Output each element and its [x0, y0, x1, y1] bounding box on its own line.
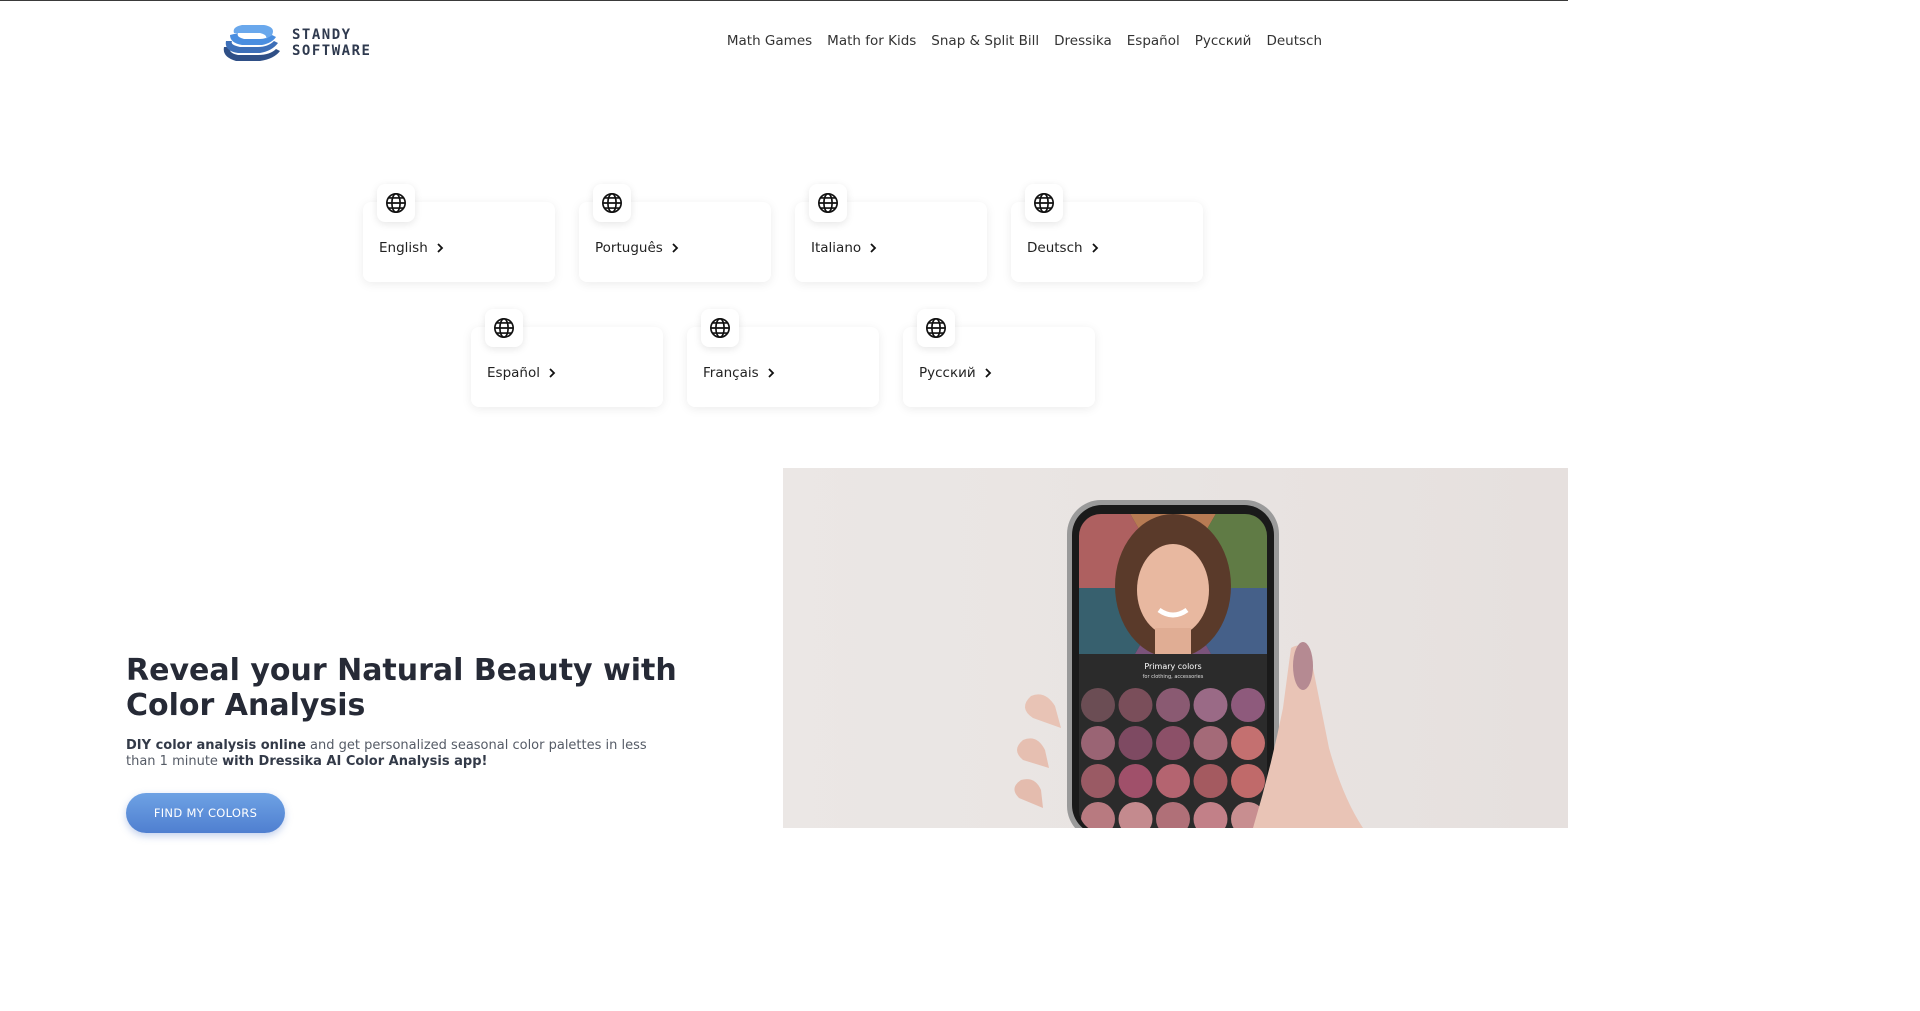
globe-icon [917, 309, 955, 347]
color-swatch [1118, 688, 1153, 722]
nav-math-games[interactable]: Math Games [727, 33, 812, 49]
color-swatch [1081, 764, 1115, 798]
lang-label: Русский [919, 365, 976, 381]
color-swatch [1081, 726, 1115, 760]
nav-deutsch[interactable]: Deutsch [1266, 33, 1322, 49]
nav-dressika[interactable]: Dressika [1054, 33, 1112, 49]
hero-subtitle-bold-2: with Dressika AI Color Analysis app! [222, 754, 488, 769]
lang-card-english[interactable]: English [363, 184, 555, 282]
globe-icon [1025, 184, 1063, 222]
site-header: STANDY SOFTWARE Math Games Math for Kids… [0, 1, 1568, 83]
color-swatch [1231, 688, 1265, 722]
finger-shape [1017, 738, 1049, 768]
panel-title: Primary colors [1144, 662, 1201, 671]
color-swatch [1118, 726, 1153, 760]
globe-icon [593, 184, 631, 222]
color-swatch [1231, 726, 1265, 760]
logo[interactable]: STANDY SOFTWARE [220, 21, 371, 65]
color-swatch [1156, 726, 1190, 760]
color-swatch [1118, 764, 1153, 798]
main-nav: Math Games Math for Kids Snap & Split Bi… [727, 33, 1322, 49]
chevron-right-icon [870, 243, 877, 253]
color-swatch [1193, 688, 1228, 722]
panel-subtitle: for clothing, accessories [1143, 674, 1204, 680]
chevron-right-icon [985, 368, 991, 378]
lang-card-russian[interactable]: Русский [903, 309, 1095, 407]
lang-card-francais[interactable]: Français [687, 309, 879, 407]
nav-russian[interactable]: Русский [1195, 33, 1252, 49]
find-my-colors-button[interactable]: FIND MY COLORS [126, 793, 285, 833]
color-swatch [1193, 726, 1228, 760]
globe-icon [485, 309, 523, 347]
lang-card-espanol[interactable]: Español [471, 309, 663, 407]
logo-text: STANDY SOFTWARE [292, 27, 371, 59]
lang-card-italiano[interactable]: Italiano [795, 184, 987, 282]
lang-label: Italiano [811, 240, 862, 256]
hero-subtitle: DIY color analysis online and get person… [126, 738, 656, 770]
color-swatch [1231, 764, 1265, 798]
logo-mark-icon [223, 25, 280, 61]
chevron-right-icon [549, 368, 556, 378]
lang-label: English [379, 240, 428, 256]
lang-card-deutsch[interactable]: Deutsch [1011, 184, 1203, 282]
logo-line-1: STANDY [292, 27, 352, 43]
chevron-right-icon [672, 243, 679, 253]
globe-icon [809, 184, 847, 222]
lang-label: Español [487, 365, 540, 381]
hero-title: Reveal your Natural Beauty with Color An… [126, 653, 677, 723]
phone-illustration: Primary colors for clothing, accessories [1014, 500, 1363, 828]
globe-icon [377, 184, 415, 222]
color-swatch [1081, 688, 1115, 722]
globe-icon [701, 309, 739, 347]
nav-snap-split-bill[interactable]: Snap & Split Bill [931, 33, 1039, 49]
finger-shape [1014, 779, 1043, 808]
thumb-nail [1293, 642, 1313, 690]
lang-label: Deutsch [1027, 240, 1083, 256]
chevron-right-icon [768, 368, 774, 378]
nav-espanol[interactable]: Español [1127, 33, 1180, 49]
hero-subtitle-bold-1: DIY color analysis online [126, 738, 306, 753]
nav-math-for-kids[interactable]: Math for Kids [827, 33, 916, 49]
lang-label: Français [703, 365, 759, 381]
chevron-right-icon [1091, 243, 1098, 253]
color-swatch [1156, 764, 1190, 798]
lang-card-portugues[interactable]: Português [579, 184, 771, 282]
finger-shape [1024, 694, 1061, 728]
face-shape [1137, 544, 1209, 636]
lang-label: Português [595, 240, 663, 256]
hero-image: Primary colors for clothing, accessories [783, 468, 1568, 828]
logo-line-2: SOFTWARE [292, 43, 372, 59]
color-swatch [1156, 688, 1190, 722]
color-swatch [1193, 764, 1228, 798]
chevron-right-icon [437, 243, 444, 253]
